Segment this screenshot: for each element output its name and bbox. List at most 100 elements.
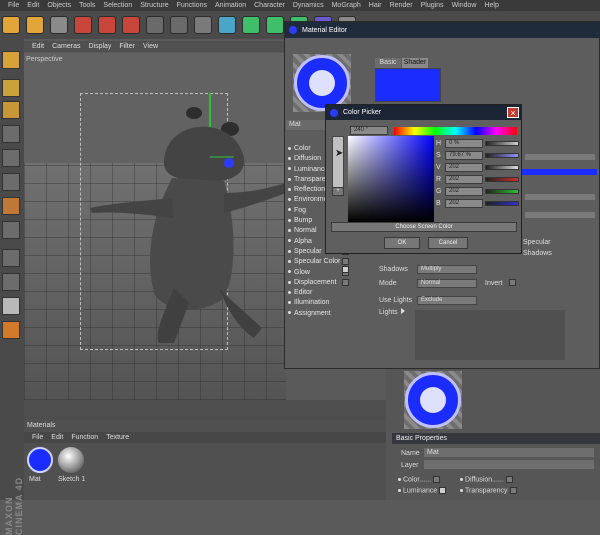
- undo-icon[interactable]: [2, 16, 20, 34]
- menu-item[interactable]: Tools: [79, 2, 95, 9]
- axis-y-icon[interactable]: [170, 16, 188, 34]
- choose-screen-color-button[interactable]: Choose Screen Color: [331, 222, 517, 232]
- hue-slider[interactable]: [394, 127, 517, 135]
- shadows-dropdown[interactable]: Multiply: [417, 265, 477, 274]
- channel-checkbox[interactable]: [342, 258, 349, 266]
- magnet-icon[interactable]: [2, 321, 20, 339]
- attribute-channel-item[interactable]: Transparency: [460, 487, 517, 494]
- menu-item[interactable]: Help: [484, 2, 498, 9]
- axis-x-icon[interactable]: [146, 16, 164, 34]
- tab-basic[interactable]: Basic: [375, 58, 401, 68]
- workplane-icon[interactable]: [2, 297, 20, 315]
- viewport-menu-item[interactable]: Filter: [119, 43, 135, 50]
- texture-mode-icon[interactable]: [2, 79, 20, 97]
- param-slider[interactable]: [525, 212, 595, 218]
- cube-icon[interactable]: [218, 16, 236, 34]
- menu-item[interactable]: File: [8, 2, 19, 9]
- panel-splitter[interactable]: [24, 400, 386, 420]
- menu-item[interactable]: Window: [452, 2, 477, 9]
- uv-mode-icon[interactable]: [2, 197, 20, 215]
- points-mode-icon[interactable]: [2, 125, 20, 143]
- field-value-v[interactable]: 202: [445, 163, 483, 172]
- field-slider-h[interactable]: [485, 141, 519, 146]
- tweak-mode-icon[interactable]: [2, 221, 20, 239]
- attribute-channel-checkbox[interactable]: [433, 476, 441, 483]
- saturation-value-field[interactable]: [348, 136, 434, 222]
- field-slider-g[interactable]: [485, 189, 519, 194]
- checker-icon[interactable]: [2, 249, 20, 267]
- material-menu-item[interactable]: Texture: [106, 434, 129, 441]
- viewport-menu-item[interactable]: Display: [88, 43, 111, 50]
- menu-item[interactable]: Objects: [47, 2, 71, 9]
- axis-mode-icon[interactable]: [2, 101, 20, 119]
- channel-item[interactable]: Illumination: [288, 298, 358, 308]
- field-slider-r[interactable]: [485, 177, 519, 182]
- viewport-menu-item[interactable]: View: [143, 43, 158, 50]
- attribute-channel-checkbox[interactable]: [505, 476, 513, 483]
- snap-icon[interactable]: [2, 273, 20, 291]
- attribute-channel-item[interactable]: Diffusion......: [460, 476, 513, 483]
- viewport-menu-item[interactable]: Edit: [32, 43, 44, 50]
- hue-value-field[interactable]: 240 °: [350, 126, 388, 135]
- channel-checkbox[interactable]: [342, 278, 349, 286]
- render-view-icon[interactable]: [194, 16, 212, 34]
- close-icon[interactable]: ×: [507, 107, 519, 118]
- material-editor-titlebar[interactable]: Material Editor: [285, 22, 599, 38]
- attribute-channel-checkbox[interactable]: [509, 487, 517, 494]
- menu-item[interactable]: Plugins: [421, 2, 444, 9]
- field-slider-s[interactable]: [485, 153, 519, 158]
- channel-item[interactable]: Assignment: [288, 309, 358, 319]
- viewport-menu-item[interactable]: Cameras: [52, 43, 80, 50]
- hamster-character[interactable]: [24, 53, 286, 400]
- field-value-r[interactable]: 202: [445, 175, 483, 184]
- field-value-h[interactable]: 0 %: [445, 139, 483, 148]
- move-icon[interactable]: [74, 16, 92, 34]
- menu-item[interactable]: Edit: [27, 2, 39, 9]
- model-mode-icon[interactable]: [2, 51, 20, 69]
- material-swatch-sketch[interactable]: [58, 447, 84, 473]
- tab-shader[interactable]: Shader: [402, 58, 428, 68]
- menu-item[interactable]: Render: [390, 2, 413, 9]
- menu-item[interactable]: Character: [254, 2, 285, 9]
- channel-item[interactable]: Editor: [288, 288, 358, 298]
- select-arrow-icon[interactable]: [50, 16, 68, 34]
- field-slider-v[interactable]: [485, 165, 519, 170]
- name-field[interactable]: Mat: [424, 448, 594, 457]
- ok-button[interactable]: OK: [384, 237, 420, 249]
- color-picker-titlebar[interactable]: Color Picker ×: [326, 105, 521, 120]
- spline-icon[interactable]: [242, 16, 260, 34]
- attribute-channel-checkbox[interactable]: [439, 487, 447, 494]
- channel-item[interactable]: Displacement: [288, 278, 358, 288]
- layer-field[interactable]: [424, 460, 594, 469]
- scale-icon[interactable]: [98, 16, 116, 34]
- field-value-b[interactable]: 202: [445, 199, 483, 208]
- attribute-channel-item[interactable]: Color......: [398, 476, 441, 483]
- material-swatch-mat[interactable]: [27, 447, 53, 473]
- cancel-button[interactable]: Cancel: [428, 237, 468, 249]
- use-lights-dropdown[interactable]: Exclude: [417, 296, 477, 305]
- menu-item[interactable]: Functions: [177, 2, 207, 9]
- menu-item[interactable]: Hair: [369, 2, 382, 9]
- luminance-color-bar[interactable]: [515, 169, 597, 175]
- attribute-channel-item[interactable]: Luminance: [398, 487, 447, 494]
- rotate-icon[interactable]: [122, 16, 140, 34]
- shader-color-swatch[interactable]: [375, 68, 441, 102]
- menu-item[interactable]: Dynamics: [293, 2, 324, 9]
- material-menu-item[interactable]: File: [32, 434, 43, 441]
- viewport-perspective[interactable]: Perspective: [24, 53, 286, 400]
- menu-item[interactable]: Animation: [215, 2, 246, 9]
- param-slider[interactable]: [525, 194, 595, 200]
- polygons-mode-icon[interactable]: [2, 173, 20, 191]
- checkbox-luminance[interactable]: [342, 266, 349, 273]
- add-swatch-button[interactable]: +: [332, 187, 344, 196]
- mode-dropdown[interactable]: Normal: [417, 279, 477, 288]
- menu-item[interactable]: Structure: [140, 2, 168, 9]
- redo-icon[interactable]: [26, 16, 44, 34]
- expand-triangle-icon[interactable]: [401, 308, 405, 314]
- material-menu-item[interactable]: Function: [71, 434, 98, 441]
- menu-item[interactable]: MoGraph: [332, 2, 361, 9]
- field-value-g[interactable]: 202: [445, 187, 483, 196]
- material-menu-item[interactable]: Edit: [51, 434, 63, 441]
- menu-item[interactable]: Selection: [103, 2, 132, 9]
- edges-mode-icon[interactable]: [2, 149, 20, 167]
